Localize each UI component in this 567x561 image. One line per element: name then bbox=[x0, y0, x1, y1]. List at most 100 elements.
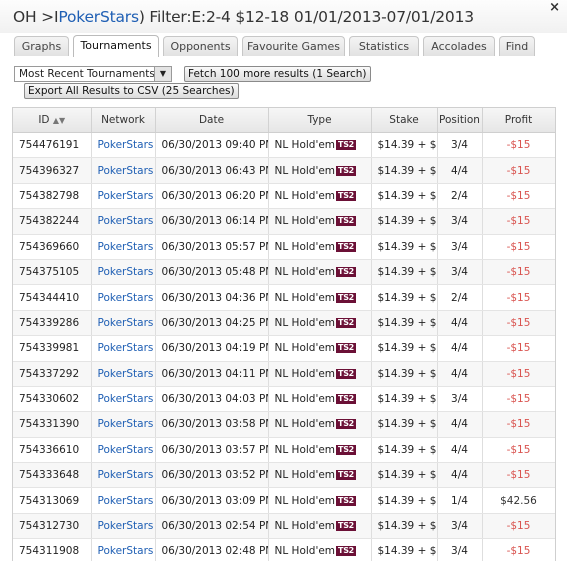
cell-id: 754382244 bbox=[13, 209, 91, 234]
cell-position: 4/4 bbox=[437, 310, 482, 335]
cell-profit: -$15 bbox=[482, 386, 555, 411]
cell-network-link[interactable]: PokerStars bbox=[91, 513, 155, 538]
table-row[interactable]: 754382798PokerStars06/30/2013 06:20 PMNL… bbox=[13, 183, 555, 208]
export-csv-button[interactable]: Export All Results to CSV (25 Searches) bbox=[24, 83, 239, 99]
cell-type-label: NL Hold'em bbox=[275, 266, 336, 278]
table-row[interactable]: 754313069PokerStars06/30/2013 03:09 PMNL… bbox=[13, 488, 555, 513]
table-row[interactable]: 754331390PokerStars06/30/2013 03:58 PMNL… bbox=[13, 412, 555, 437]
table-row[interactable]: 754344410PokerStars06/30/2013 04:36 PMNL… bbox=[13, 285, 555, 310]
results-select-value: Most Recent Tournaments bbox=[19, 68, 155, 80]
cell-network-link[interactable]: PokerStars bbox=[91, 234, 155, 259]
tab-favourite-games[interactable]: Favourite Games bbox=[242, 36, 345, 56]
cell-network-link[interactable]: PokerStars bbox=[91, 488, 155, 513]
cell-position: 4/4 bbox=[437, 437, 482, 462]
cell-stake: $14.39 + $0.61 bbox=[371, 285, 437, 310]
chevron-down-icon[interactable]: ▼ bbox=[154, 67, 171, 81]
results-select[interactable]: Most Recent Tournaments ▼ bbox=[14, 66, 172, 82]
cell-network-link[interactable]: PokerStars bbox=[91, 539, 155, 561]
sort-icon[interactable]: ▲▼ bbox=[53, 116, 65, 125]
table-row[interactable]: 754382244PokerStars06/30/2013 06:14 PMNL… bbox=[13, 209, 555, 234]
table-row[interactable]: 754369660PokerStars06/30/2013 05:57 PMNL… bbox=[13, 234, 555, 259]
cell-network-link[interactable]: PokerStars bbox=[91, 259, 155, 284]
cell-profit: -$15 bbox=[482, 336, 555, 361]
col-header-profit[interactable]: Profit bbox=[482, 108, 555, 133]
title-bar: OH >IPokerStars) Filter:E:2-4 $12-18 01/… bbox=[0, 0, 567, 33]
cell-network-link[interactable]: PokerStars bbox=[91, 361, 155, 386]
cell-id: 754330602 bbox=[13, 386, 91, 411]
cell-id: 754312730 bbox=[13, 513, 91, 538]
cell-profit: -$15 bbox=[482, 158, 555, 183]
table-row[interactable]: 754476191PokerStars06/30/2013 09:40 PMNL… bbox=[13, 133, 555, 158]
cell-network-link[interactable]: PokerStars bbox=[91, 412, 155, 437]
cell-type: NL Hold'emTS2 bbox=[268, 310, 371, 335]
window-title: OH >IPokerStars) Filter:E:2-4 $12-18 01/… bbox=[13, 8, 474, 26]
table-row[interactable]: 754311908PokerStars06/30/2013 02:48 PMNL… bbox=[13, 539, 555, 561]
table-row[interactable]: 754396327PokerStars06/30/2013 06:43 PMNL… bbox=[13, 158, 555, 183]
cell-type: NL Hold'emTS2 bbox=[268, 513, 371, 538]
cell-stake: $14.39 + $0.61 bbox=[371, 158, 437, 183]
cell-network-link[interactable]: PokerStars bbox=[91, 310, 155, 335]
cell-network-link[interactable]: PokerStars bbox=[91, 437, 155, 462]
cell-date: 06/30/2013 04:36 PM bbox=[155, 285, 268, 310]
cell-profit: -$15 bbox=[482, 361, 555, 386]
tab-statistics[interactable]: Statistics bbox=[349, 36, 419, 56]
cell-network-link[interactable]: PokerStars bbox=[91, 285, 155, 310]
title-site-link[interactable]: PokerStars bbox=[58, 8, 138, 26]
cell-date: 06/30/2013 03:57 PM bbox=[155, 437, 268, 462]
cell-network-link[interactable]: PokerStars bbox=[91, 336, 155, 361]
table-row[interactable]: 754337292PokerStars06/30/2013 04:11 PMNL… bbox=[13, 361, 555, 386]
table-row[interactable]: 754333648PokerStars06/30/2013 03:52 PMNL… bbox=[13, 463, 555, 488]
col-header-id[interactable]: ID ▲▼ bbox=[13, 108, 91, 133]
cell-network-link[interactable]: PokerStars bbox=[91, 183, 155, 208]
cell-position: 3/4 bbox=[437, 513, 482, 538]
turbo-badge-icon: TS2 bbox=[336, 267, 356, 277]
col-header-network[interactable]: Network bbox=[91, 108, 155, 133]
table-row[interactable]: 754375105PokerStars06/30/2013 05:48 PMNL… bbox=[13, 259, 555, 284]
col-header-type[interactable]: Type bbox=[268, 108, 371, 133]
col-header-id-label: ID bbox=[38, 114, 49, 126]
cell-type: NL Hold'emTS2 bbox=[268, 463, 371, 488]
tab-opponents[interactable]: Opponents bbox=[163, 36, 238, 56]
cell-type-label: NL Hold'em bbox=[275, 545, 336, 557]
tab-accolades[interactable]: Accolades bbox=[423, 36, 495, 56]
col-header-stake[interactable]: Stake bbox=[371, 108, 437, 133]
cell-type: NL Hold'emTS2 bbox=[268, 488, 371, 513]
close-icon[interactable]: × bbox=[549, 0, 560, 15]
tab-graphs[interactable]: Graphs bbox=[14, 36, 69, 56]
cell-date: 06/30/2013 05:48 PM bbox=[155, 259, 268, 284]
cell-date: 06/30/2013 06:43 PM bbox=[155, 158, 268, 183]
cell-position: 4/4 bbox=[437, 336, 482, 361]
cell-network-link[interactable]: PokerStars bbox=[91, 463, 155, 488]
fetch-more-button[interactable]: Fetch 100 more results (1 Search) bbox=[184, 66, 371, 82]
cell-profit: $42.56 bbox=[482, 488, 555, 513]
tab-find[interactable]: Find bbox=[499, 36, 535, 56]
col-header-date[interactable]: Date bbox=[155, 108, 268, 133]
cell-type-label: NL Hold'em bbox=[275, 317, 336, 329]
cell-type: NL Hold'emTS2 bbox=[268, 158, 371, 183]
table-row[interactable]: 754330602PokerStars06/30/2013 04:03 PMNL… bbox=[13, 386, 555, 411]
cell-type-label: NL Hold'em bbox=[275, 190, 336, 202]
table-row[interactable]: 754339981PokerStars06/30/2013 04:19 PMNL… bbox=[13, 336, 555, 361]
cell-network-link[interactable]: PokerStars bbox=[91, 133, 155, 158]
cell-network-link[interactable]: PokerStars bbox=[91, 209, 155, 234]
cell-profit: -$15 bbox=[482, 285, 555, 310]
cell-type-label: NL Hold'em bbox=[275, 368, 336, 380]
cell-stake: $14.39 + $0.61 bbox=[371, 513, 437, 538]
tab-tournaments[interactable]: Tournaments bbox=[73, 35, 159, 57]
cell-position: 2/4 bbox=[437, 183, 482, 208]
turbo-badge-icon: TS2 bbox=[336, 521, 356, 531]
cell-position: 4/4 bbox=[437, 158, 482, 183]
table-row[interactable]: 754336610PokerStars06/30/2013 03:57 PMNL… bbox=[13, 437, 555, 462]
cell-stake: $14.39 + $0.61 bbox=[371, 539, 437, 561]
cell-network-link[interactable]: PokerStars bbox=[91, 158, 155, 183]
cell-type: NL Hold'emTS2 bbox=[268, 386, 371, 411]
cell-type-label: NL Hold'em bbox=[275, 444, 336, 456]
col-header-position[interactable]: Position bbox=[437, 108, 482, 133]
table-row[interactable]: 754312730PokerStars06/30/2013 02:54 PMNL… bbox=[13, 513, 555, 538]
table-row[interactable]: 754339286PokerStars06/30/2013 04:25 PMNL… bbox=[13, 310, 555, 335]
turbo-badge-icon: TS2 bbox=[336, 445, 356, 455]
cell-network-link[interactable]: PokerStars bbox=[91, 386, 155, 411]
turbo-badge-icon: TS2 bbox=[336, 343, 356, 353]
cell-type-label: NL Hold'em bbox=[275, 418, 336, 430]
table-body: 754476191PokerStars06/30/2013 09:40 PMNL… bbox=[13, 133, 555, 561]
